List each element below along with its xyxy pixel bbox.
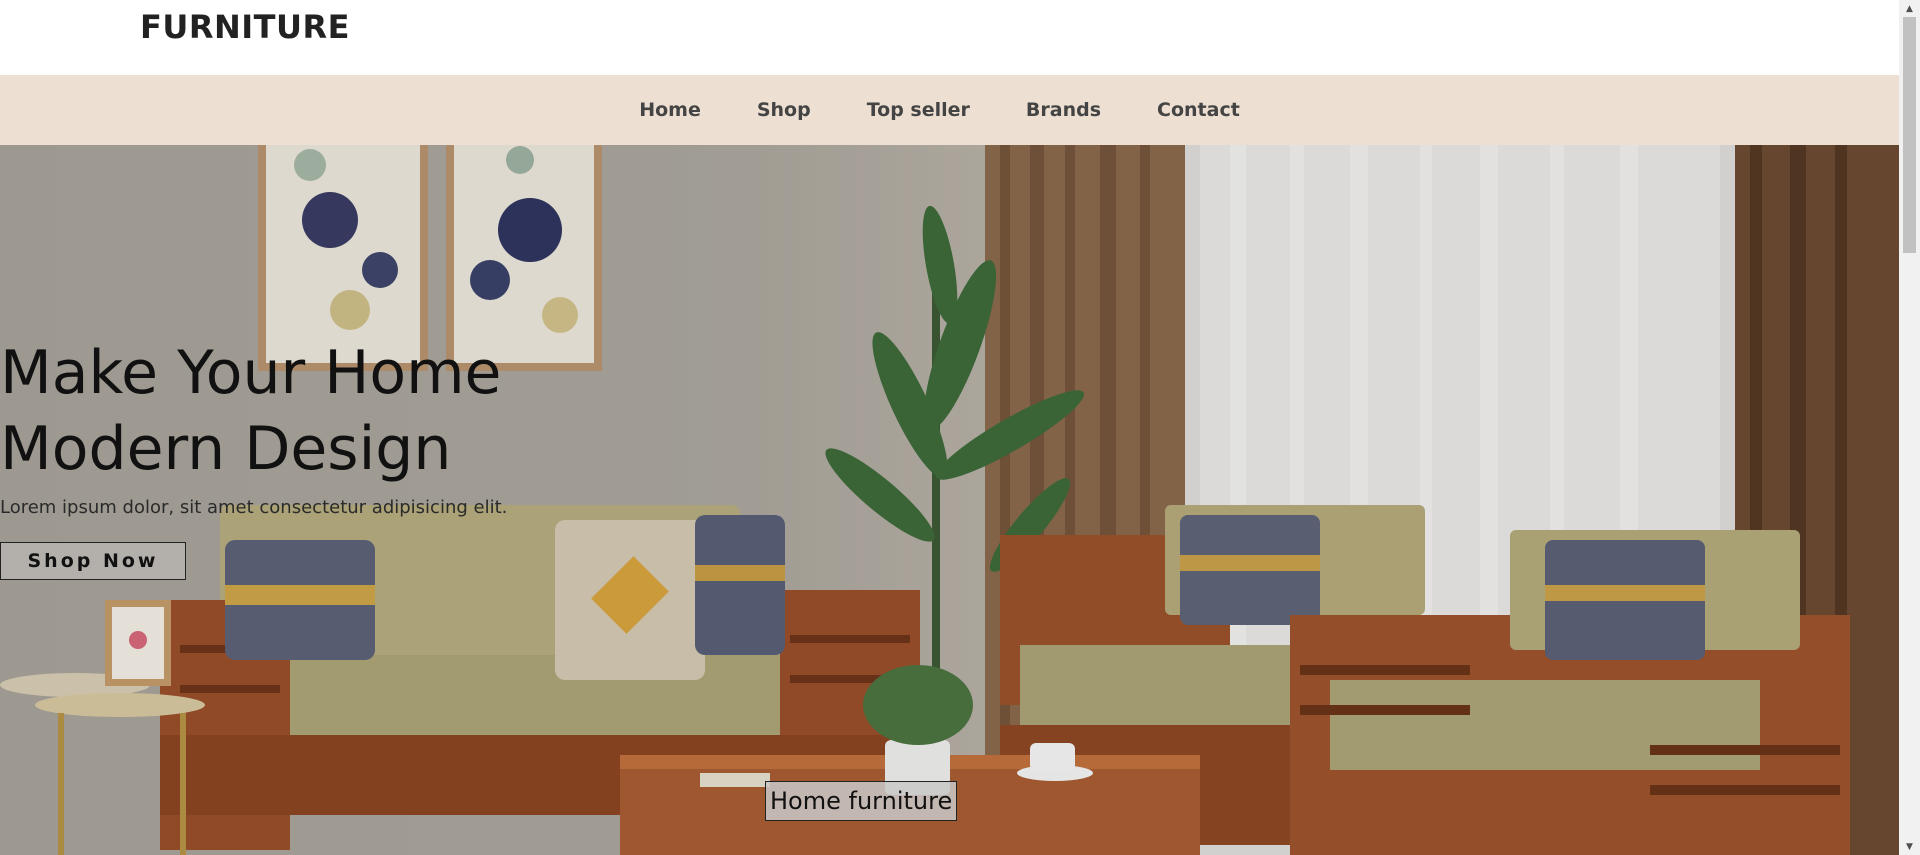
shop-now-button[interactable]: Shop Now xyxy=(0,542,186,580)
main-nav: Home Shop Top seller Brands Contact xyxy=(0,75,1899,145)
nav-item-brands[interactable]: Brands xyxy=(998,99,1129,121)
nav-item-shop[interactable]: Shop xyxy=(729,99,839,121)
scroll-up-arrow-icon[interactable]: ▲ xyxy=(1899,0,1920,17)
site-logo[interactable]: FURNITURE xyxy=(140,8,350,46)
nav-list: Home Shop Top seller Brands Contact xyxy=(611,99,1268,121)
nav-item-home[interactable]: Home xyxy=(611,99,729,121)
scroll-down-arrow-icon[interactable]: ▼ xyxy=(1899,838,1920,855)
site-header: FURNITURE xyxy=(0,0,1899,75)
image-caption: Home furniture xyxy=(765,781,958,821)
hero-description: Lorem ipsum dolor, sit amet consectetur … xyxy=(0,497,508,518)
scroll-thumb[interactable] xyxy=(1903,17,1916,253)
vertical-scrollbar[interactable]: ▲ ▼ xyxy=(1899,0,1920,855)
hero-banner: Make Your Home Modern Design Lorem ipsum… xyxy=(0,145,1899,855)
nav-item-contact[interactable]: Contact xyxy=(1129,99,1268,121)
hero-title: Make Your Home Modern Design xyxy=(0,338,502,484)
nav-item-top-seller[interactable]: Top seller xyxy=(839,99,998,121)
